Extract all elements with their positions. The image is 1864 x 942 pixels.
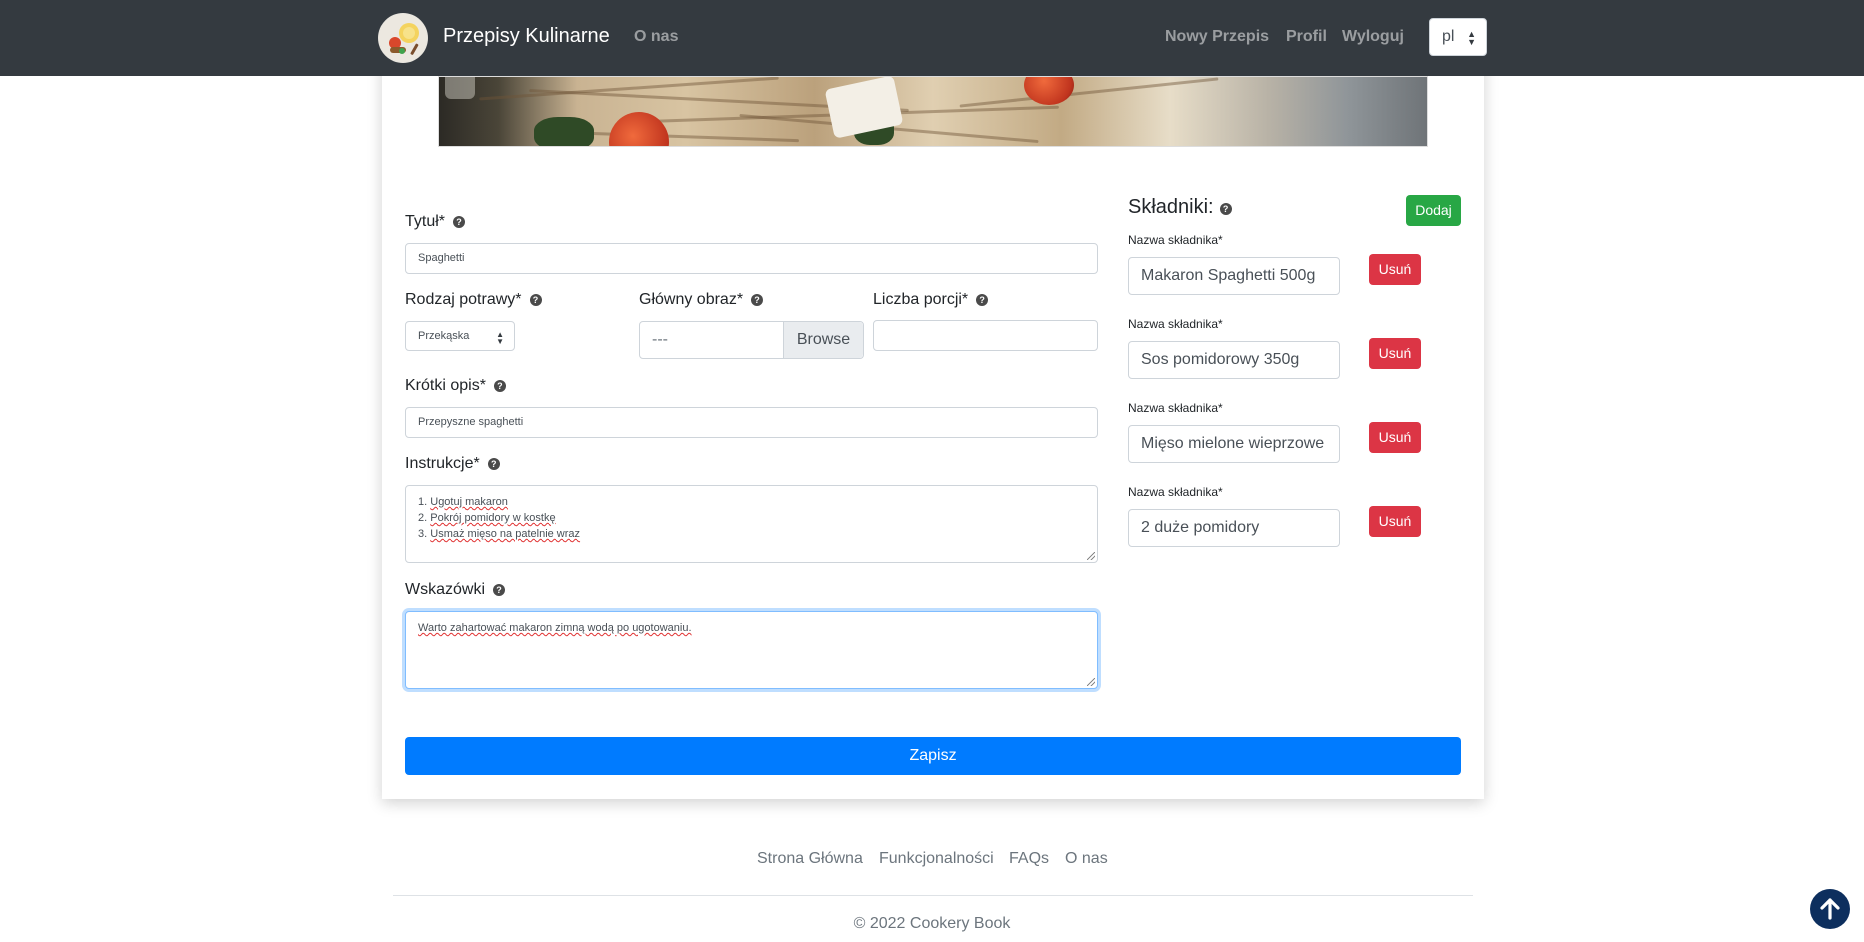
ingredient-label: Nazwa składnika*	[1128, 485, 1223, 499]
help-icon[interactable]: ?	[453, 216, 466, 228]
servings-label-text: Liczba porcji*	[873, 291, 969, 308]
tips-textarea[interactable]: Warto zahartować makaron zimną wodą po u…	[405, 611, 1098, 689]
footer-link-home[interactable]: Strona Główna	[757, 850, 863, 868]
footer-link-about[interactable]: O nas	[1065, 850, 1108, 868]
resize-handle-icon[interactable]	[1087, 678, 1095, 686]
nav-about[interactable]: O nas	[634, 28, 678, 46]
top-navbar: Przepisy Kulinarne O nas Nowy Przepis Pr…	[0, 0, 1864, 76]
instructions-label: Instrukcje*?	[405, 455, 500, 473]
remove-ingredient-button[interactable]: Usuń	[1369, 506, 1421, 537]
main-image-label-text: Główny obraz*	[639, 291, 744, 308]
brand-logo[interactable]	[378, 13, 428, 63]
instruction-line: 2. Pokrój pomidory w kostkę	[418, 510, 1085, 526]
help-icon[interactable]: ?	[976, 294, 989, 306]
main-image-file-input[interactable]: --- Browse	[639, 321, 864, 359]
tips-label-text: Wskazówki	[405, 581, 486, 598]
arrow-up-icon	[1820, 898, 1840, 920]
dish-type-label-text: Rodzaj potrawy*	[405, 291, 522, 308]
footer-link-features[interactable]: Funkcjonalności	[879, 850, 994, 868]
add-ingredient-button[interactable]: Dodaj	[1406, 195, 1461, 226]
instructions-textarea[interactable]: 1. Ugotuj makaron 2. Pokrój pomidory w k…	[405, 485, 1098, 563]
copyright-text: © 2022 Cookery Book	[853, 915, 1011, 932]
main-image-label: Główny obraz*?	[639, 291, 764, 309]
ingredient-input[interactable]: Mięso mielone wieprzowe	[1128, 425, 1340, 463]
instruction-text: Ugotuj makaron	[430, 496, 508, 508]
dish-type-value: Przekąska	[418, 330, 470, 342]
browse-button[interactable]: Browse	[783, 322, 863, 358]
short-description-label-text: Krótki opis*	[405, 377, 486, 394]
save-button[interactable]: Zapisz	[405, 737, 1461, 775]
nav-logout[interactable]: Wyloguj	[1342, 28, 1404, 46]
servings-label: Liczba porcji*?	[873, 291, 989, 309]
help-icon[interactable]: ?	[1219, 203, 1232, 215]
select-arrows-icon: ▲ ▼	[1467, 29, 1476, 47]
ingredient-input[interactable]: Makaron Spaghetti 500g	[1128, 257, 1340, 295]
tips-label: Wskazówki?	[405, 581, 506, 599]
instruction-num: 3.	[418, 528, 428, 540]
ingredient-input[interactable]: 2 duże pomidory	[1128, 509, 1340, 547]
main-image-filename: ---	[652, 331, 668, 348]
instruction-text: Usmaż mięso na patelnie wraz	[430, 528, 581, 540]
nav-profile[interactable]: Profil	[1286, 28, 1327, 46]
ingredient-label: Nazwa składnika*	[1128, 401, 1223, 415]
remove-ingredient-button[interactable]: Usuń	[1369, 254, 1421, 285]
instruction-num: 2.	[418, 512, 428, 524]
ingredient-label: Nazwa składnika*	[1128, 317, 1223, 331]
title-input[interactable]: Spaghetti	[405, 243, 1098, 274]
help-icon[interactable]: ?	[493, 380, 506, 392]
instruction-text: Pokrój pomidory w kostkę	[430, 512, 556, 524]
instruction-num: 1.	[418, 496, 428, 508]
footer-link-faqs[interactable]: FAQs	[1009, 850, 1049, 868]
select-arrows-icon: ▲ ▼	[496, 330, 504, 346]
remove-ingredient-button[interactable]: Usuń	[1369, 338, 1421, 369]
help-icon[interactable]: ?	[529, 294, 542, 306]
title-label: Tytuł*?	[405, 213, 466, 231]
recipe-main-image	[438, 76, 1428, 147]
short-description-label: Krótki opis*?	[405, 377, 506, 395]
footer-divider	[393, 895, 1473, 896]
remove-ingredient-button[interactable]: Usuń	[1369, 422, 1421, 453]
language-value: pl	[1442, 28, 1455, 45]
instructions-label-text: Instrukcje*	[405, 455, 480, 472]
ingredient-label: Nazwa składnika*	[1128, 233, 1223, 247]
ingredient-input[interactable]: Sos pomidorowy 350g	[1128, 341, 1340, 379]
resize-handle-icon[interactable]	[1087, 552, 1095, 560]
short-description-input[interactable]: Przepyszne spaghetti	[405, 407, 1098, 438]
tips-text: Warto zahartować makaron zimną wodą po u…	[418, 622, 692, 634]
help-icon[interactable]: ?	[751, 294, 764, 306]
scroll-to-top-button[interactable]	[1810, 889, 1850, 929]
ingredients-heading: Składniki:?	[1128, 196, 1232, 219]
language-select[interactable]: pl ▲ ▼	[1429, 18, 1487, 56]
brand-name[interactable]: Przepisy Kulinarne	[443, 25, 610, 48]
instruction-line: 3. Usmaż mięso na patelnie wraz	[418, 526, 1085, 542]
help-icon[interactable]: ?	[487, 458, 500, 470]
ingredients-heading-text: Składniki:	[1128, 196, 1214, 218]
nav-new-recipe[interactable]: Nowy Przepis	[1165, 28, 1269, 46]
servings-input[interactable]	[873, 320, 1098, 351]
instruction-line: 1. Ugotuj makaron	[418, 494, 1085, 510]
dish-type-label: Rodzaj potrawy*?	[405, 291, 542, 309]
help-icon[interactable]: ?	[493, 584, 506, 596]
dish-type-select[interactable]: Przekąska ▲ ▼	[405, 321, 515, 351]
title-label-text: Tytuł*	[405, 213, 446, 230]
